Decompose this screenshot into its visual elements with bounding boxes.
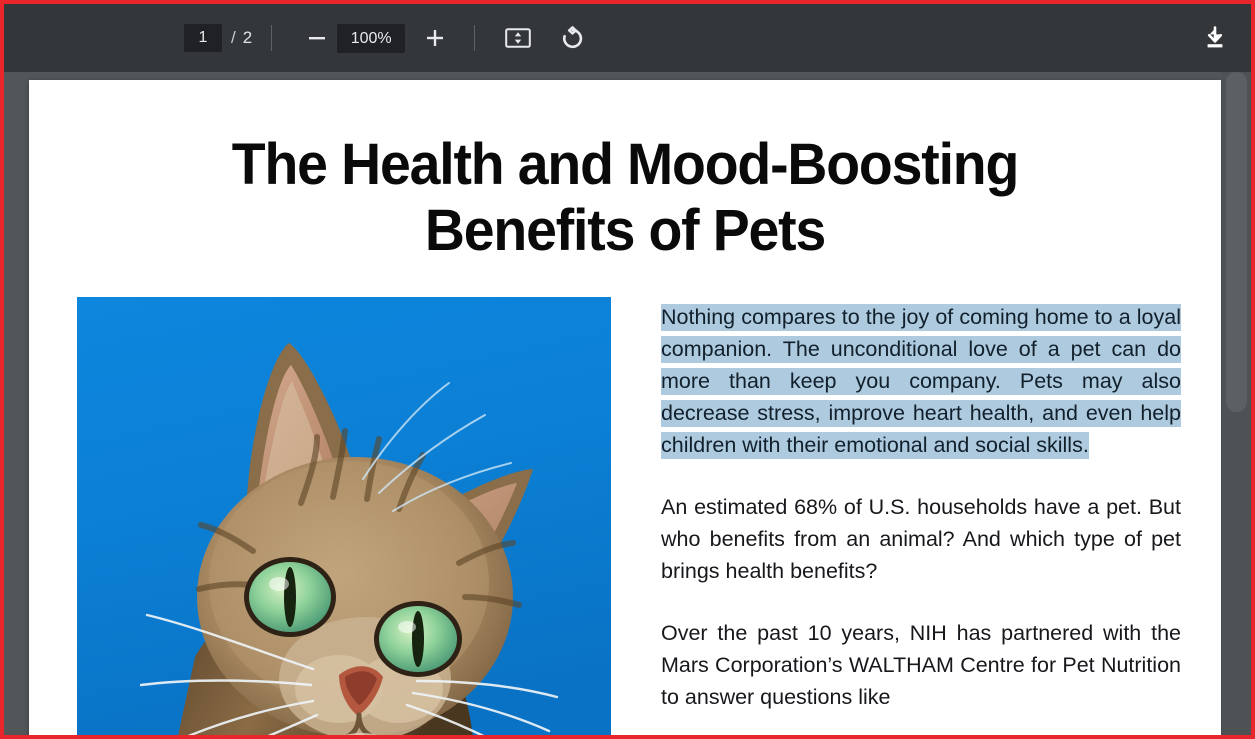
fit-to-page-icon <box>505 27 532 49</box>
pdf-page: The Health and Mood-Boosting Benefits of… <box>29 80 1221 735</box>
rotate-button[interactable] <box>552 18 592 58</box>
pdf-toolbar: 1 / 2 100% <box>4 4 1251 72</box>
cat-photo-image <box>77 297 611 735</box>
download-icon <box>1202 25 1228 51</box>
cat-eye-left <box>244 557 336 638</box>
plus-icon <box>424 27 446 49</box>
selected-text: Nothing compares to the joy of coming ho… <box>661 304 1181 460</box>
paragraph-statistics: An estimated 68% of U.S. households have… <box>661 495 1181 584</box>
rotate-counterclockwise-icon <box>560 25 585 51</box>
page-number-input[interactable]: 1 <box>184 24 222 52</box>
fit-to-page-button[interactable] <box>498 18 538 58</box>
scrollbar-thumb[interactable] <box>1226 72 1247 412</box>
download-button[interactable] <box>1195 18 1235 58</box>
toolbar-divider-2 <box>474 25 476 51</box>
document-title: The Health and Mood-Boosting Benefits of… <box>231 132 1020 263</box>
minus-icon <box>306 27 328 49</box>
page-total-count: 2 <box>242 28 253 47</box>
pdf-viewer-scroll-area[interactable]: The Health and Mood-Boosting Benefits of… <box>4 72 1251 735</box>
paragraph-nih-research: Over the past 10 years, NIH has partnere… <box>661 621 1181 710</box>
text-column: Nothing compares to the joy of coming ho… <box>661 297 1181 735</box>
zoom-out-button[interactable] <box>297 18 337 58</box>
page-navigation-group: 1 / 2 <box>184 24 252 52</box>
toolbar-divider-1 <box>271 25 273 51</box>
pdf-viewer-window: 1 / 2 100% The Health and Mood-Boosting … <box>0 0 1255 739</box>
photo-column <box>77 297 611 735</box>
zoom-in-button[interactable] <box>415 18 455 58</box>
paragraph-selected: Nothing compares to the joy of coming ho… <box>661 301 1181 461</box>
page-separator: / <box>231 28 236 47</box>
document-body: Nothing compares to the joy of coming ho… <box>77 297 1181 735</box>
zoom-level-input[interactable]: 100% <box>337 23 406 53</box>
vertical-scrollbar[interactable] <box>1222 72 1251 735</box>
cat-eye-right <box>374 601 462 678</box>
